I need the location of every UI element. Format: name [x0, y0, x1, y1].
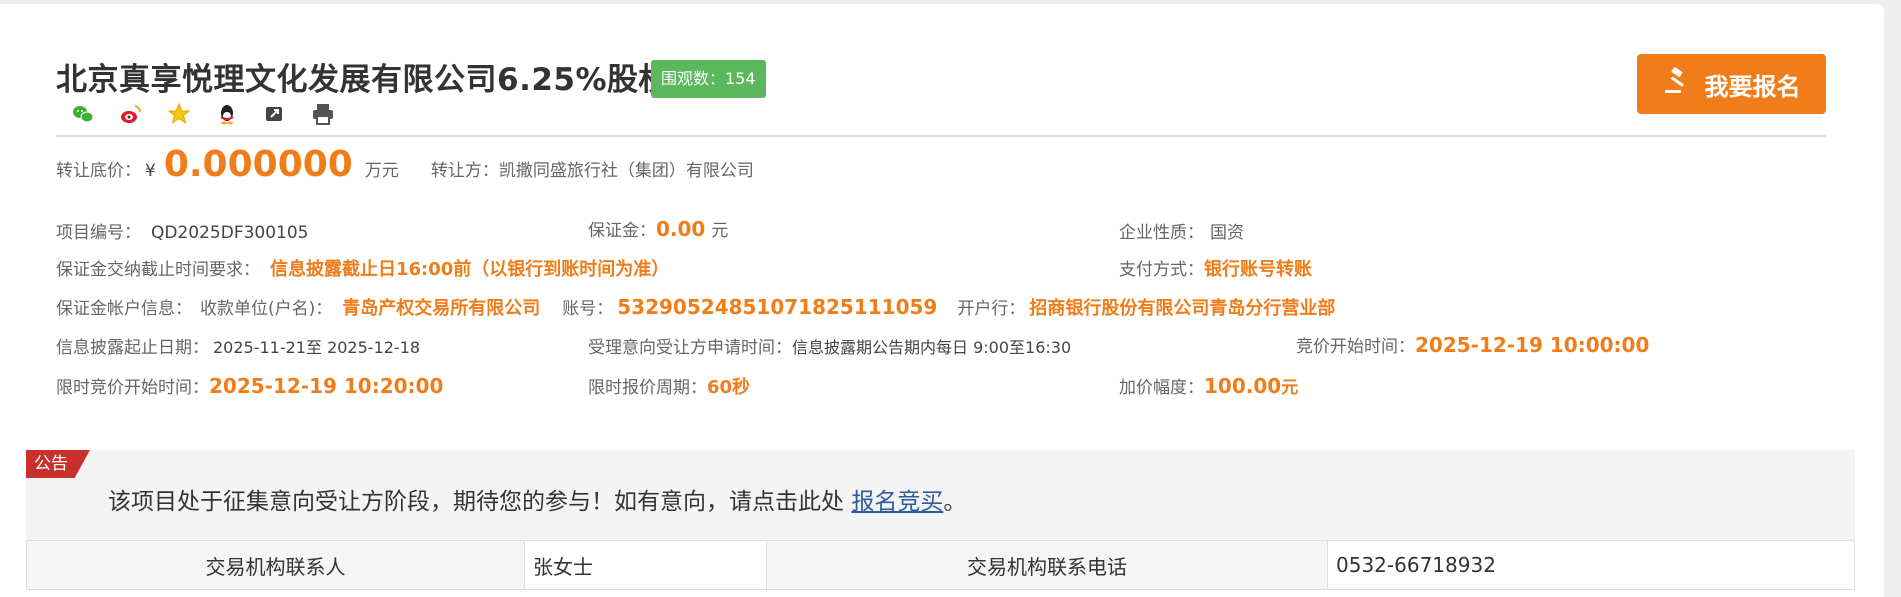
star-icon[interactable]	[166, 101, 192, 127]
enterprise-type-value: 国资	[1210, 223, 1244, 243]
deposit-unit: 元	[711, 221, 729, 241]
enterprise-type-label: 企业性质：	[1119, 223, 1204, 243]
deposit-deadline-field: 保证金交纳截止时间要求： 信息披露截止日16:00前（以银行到账时间为准）	[56, 255, 669, 281]
contact-person-label: 交易机构联系人	[27, 541, 525, 589]
disclosure-label: 信息披露起止日期：	[56, 338, 209, 358]
bid-start-label: 竞价开始时间：	[1296, 337, 1415, 357]
project-no-label: 项目编号：	[56, 223, 141, 243]
weibo-icon[interactable]	[118, 101, 144, 127]
header-divider	[56, 135, 1826, 137]
transferor-name: 凯撒同盛旅行社（集团）有限公司	[498, 161, 754, 181]
application-time-field: 受理意向受让方申请时间： 信息披露期公告期内每日 9:00至16:30	[588, 333, 1071, 358]
deposit-deadline-label: 保证金交纳截止时间要求：	[56, 260, 260, 280]
project-title: 北京真享悦理文化发展有限公司6.25%股权	[56, 62, 671, 98]
payee-label: 收款单位(户名)：	[200, 299, 333, 319]
enterprise-type-field: 企业性质： 国资	[1119, 218, 1244, 243]
deposit-field: 保证金： 0.00 元	[588, 216, 728, 241]
notice-end: 。	[943, 489, 967, 515]
transferor-label: 转让方：	[430, 161, 499, 181]
qq-icon[interactable]	[214, 101, 240, 127]
account-no-label: 账号：	[562, 299, 614, 319]
share-bar	[70, 101, 336, 127]
contact-phone-label: 交易机构联系电话	[767, 541, 1328, 589]
increment-field: 加价幅度： 100.00 元	[1119, 373, 1298, 398]
link-icon[interactable]	[262, 101, 288, 127]
notice-text: 该项目处于征集意向受让方阶段，期待您的参与！如有意向，请点击此处 报名竞买。	[108, 482, 966, 516]
bank-value: 招商银行股份有限公司青岛分行营业部	[1029, 298, 1336, 319]
disclosure-field: 信息披露起止日期： 2025-11-21至 2025-12-18	[56, 333, 420, 358]
disclosure-value: 2025-11-21至 2025-12-18	[213, 338, 421, 357]
contact-phone-value: 0532-66718932	[1336, 553, 1496, 577]
bid-start-field: 竞价开始时间： 2025-12-19 10:00:00	[1296, 332, 1649, 357]
timed-bid-start-field: 限时竞价开始时间： 2025-12-19 10:20:00	[56, 373, 443, 398]
timed-bid-start-label: 限时竞价开始时间：	[56, 378, 209, 398]
increment-value: 100.00	[1204, 374, 1282, 398]
application-time-label: 受理意向受让方申请时间：	[588, 338, 792, 358]
currency-symbol: ¥	[145, 161, 156, 181]
project-detail-card: 北京真享悦理文化发展有限公司6.25%股权 围观数：154 我要报名 转让底价：…	[0, 4, 1884, 597]
price-row: 转让底价： ¥ 0.000000 万元 转让方： 凯撒同盛旅行社（集团）有限公司	[56, 144, 754, 185]
gavel-icon	[1663, 66, 1693, 102]
signup-bid-link[interactable]: 报名竞买	[851, 489, 943, 515]
payment-field: 支付方式： 银行账号转账	[1119, 255, 1312, 281]
contact-person-value: 张女士	[525, 541, 767, 589]
price-unit: 万元	[364, 161, 399, 181]
deposit-deadline-value: 信息披露截止日16:00前（以银行到账时间为准）	[270, 259, 670, 280]
quote-period-field: 限时报价周期： 60秒	[588, 373, 750, 399]
account-info-field: 保证金帐户信息： 收款单位(户名)： 青岛产权交易所有限公司 账号： 53290…	[56, 294, 1335, 320]
application-time-value: 信息披露期公告期内每日 9:00至16:30	[792, 338, 1072, 357]
account-no-value: 532905248510718251110​59	[617, 295, 938, 319]
notice-panel: 公告 该项目处于征集意向受让方阶段，期待您的参与！如有意向，请点击此处 报名竞买…	[26, 450, 1855, 540]
notice-message: 该项目处于征集意向受让方阶段，期待您的参与！如有意向，请点击此处	[108, 489, 852, 515]
timed-bid-start-value: 2025-12-19 10:20:00	[209, 374, 444, 398]
bank-label: 开户行：	[957, 299, 1026, 319]
increment-unit: 元	[1281, 378, 1299, 398]
quote-period-label: 限时报价周期：	[588, 378, 707, 398]
contact-table: 交易机构联系人 张女士 交易机构联系电话 0532-66718932	[26, 540, 1855, 590]
deposit-label: 保证金：	[588, 221, 656, 241]
signup-button[interactable]: 我要报名	[1637, 54, 1826, 114]
project-no-field: 项目编号： QD2025DF300105	[56, 218, 309, 243]
wechat-icon[interactable]	[70, 101, 96, 127]
views-count-badge: 围观数：154	[651, 60, 766, 98]
print-icon[interactable]	[310, 101, 336, 127]
payment-value: 银行账号转账	[1204, 259, 1312, 280]
quote-period-value: 60秒	[707, 377, 751, 398]
deposit-value: 0.00	[656, 217, 706, 241]
price-label: 转让底价：	[56, 161, 141, 181]
signup-button-label: 我要报名	[1704, 72, 1801, 101]
payment-label: 支付方式：	[1119, 260, 1204, 280]
notice-tag: 公告	[26, 450, 90, 478]
increment-label: 加价幅度：	[1119, 378, 1204, 398]
bid-start-value: 2025-12-19 10:00:00	[1415, 333, 1650, 357]
payee-value: 青岛产权交易所有限公司	[342, 298, 541, 319]
transfer-price: 0.000000	[163, 144, 353, 185]
project-no-value: QD2025DF300105	[151, 223, 309, 243]
account-info-label: 保证金帐户信息：	[56, 299, 192, 319]
